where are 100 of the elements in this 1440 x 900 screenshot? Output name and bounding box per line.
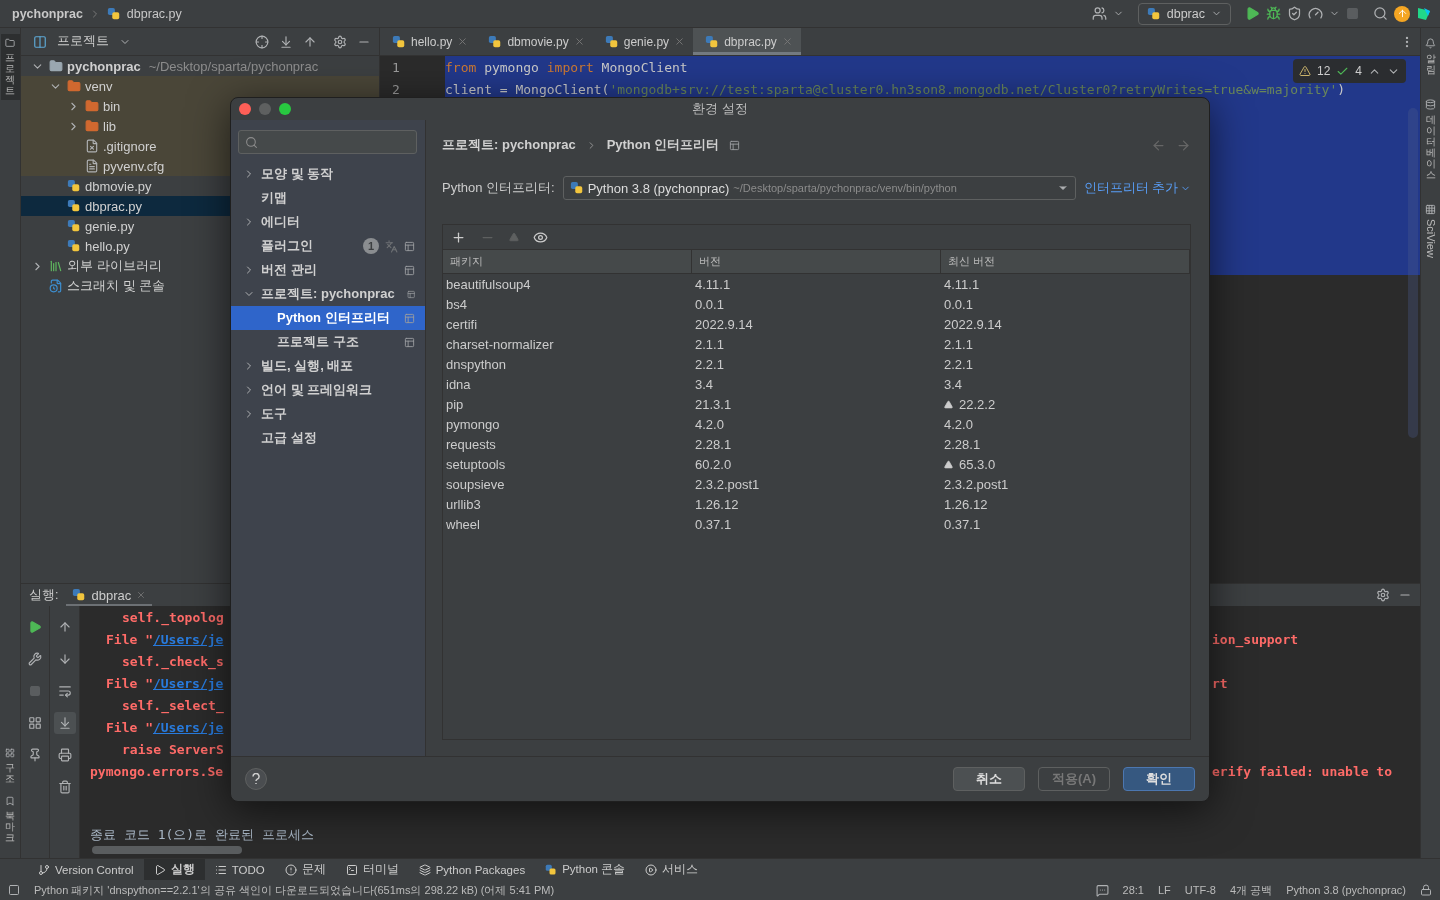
update-icon[interactable] — [1394, 5, 1410, 22]
inspection-widget[interactable]: 12 4 — [1292, 59, 1406, 83]
logo-icon[interactable] — [1416, 5, 1432, 22]
dialog-button[interactable]: 취소 — [953, 767, 1025, 791]
alert-icon — [284, 863, 297, 876]
settings-nav-item[interactable]: 플러그인 1 — [231, 234, 425, 258]
folder-icon — [85, 119, 99, 133]
settings-nav-item[interactable]: 프로젝트 구조 — [231, 330, 425, 354]
profiler-icon[interactable] — [1308, 6, 1323, 21]
table-cell-text: 2.28.1 — [943, 435, 982, 454]
cursor-position[interactable]: 28:1 — [1122, 884, 1144, 896]
panel-title-dropdown[interactable]: 프로젝트 — [57, 33, 109, 50]
structure-icon — [5, 748, 15, 758]
table-cell-text: 21.3.1 — [694, 395, 733, 414]
breadcrumb-item[interactable]: Python 인터프리터 — [606, 136, 720, 154]
breadcrumb-item[interactable]: 프로젝트: pychonprac — [442, 136, 576, 154]
locate-icon[interactable] — [255, 34, 269, 49]
tool-window-tab[interactable]: Python 콘솔 — [535, 859, 636, 880]
column-header[interactable]: 최신 버전 — [941, 250, 1190, 273]
editor-tab[interactable]: dbmovie.py — [476, 28, 593, 55]
table-cell-text: 4.2.0 — [943, 415, 974, 434]
search-icon[interactable] — [1373, 6, 1388, 21]
run-config-dropdown[interactable]: dbprac — [1137, 2, 1231, 25]
side-tab[interactable]: SciView — [1421, 200, 1440, 262]
indent-setting[interactable]: 4개 공백 — [1229, 882, 1273, 898]
column-header[interactable]: 버전 — [692, 250, 941, 273]
side-tab[interactable]: 북마크 — [0, 792, 20, 847]
side-tab[interactable]: 알림 — [1421, 34, 1440, 79]
editor-tab[interactable]: hello.py — [380, 28, 477, 55]
folder-icon — [5, 38, 15, 48]
file-icon — [85, 139, 99, 153]
settings-nav-item[interactable]: 빌드, 실행, 배포 — [231, 354, 425, 378]
file-link[interactable]: /Users/je — [152, 675, 224, 691]
settings-nav-item[interactable]: 언어 및 프레임워크 — [231, 378, 425, 402]
line-ending[interactable]: LF — [1157, 884, 1171, 896]
tree-item[interactable]: venv — [21, 76, 379, 96]
run-icon[interactable] — [1245, 6, 1260, 21]
scroll-to-end-icon[interactable] — [53, 712, 76, 734]
side-tab[interactable]: 프로젝트 — [0, 34, 20, 100]
file-link[interactable]: /Users/je — [152, 631, 224, 647]
close-icon[interactable] — [573, 36, 585, 47]
project-name[interactable]: pychonprac — [12, 6, 83, 21]
table-cell-text: pymongo — [445, 415, 501, 434]
side-tab[interactable]: 데이터베이스 — [1421, 95, 1440, 184]
encoding[interactable]: UTF-8 — [1184, 884, 1216, 896]
tool-window-tab[interactable]: Python Packages — [408, 859, 536, 880]
file-link[interactable]: /Users/je — [152, 719, 224, 735]
panel-toggle-icon[interactable] — [8, 884, 20, 896]
close-icon[interactable] — [674, 36, 686, 47]
ok-button[interactable]: 확인 — [1123, 767, 1195, 791]
editor-tab[interactable]: genie.py — [592, 28, 694, 55]
tree-item[interactable]: pychonprac ~/Desktop/sparta/pychonprac — [21, 56, 379, 76]
tool-window-tab[interactable]: 실행 — [143, 859, 205, 880]
scratch-icon — [49, 279, 63, 293]
debug-icon[interactable] — [1266, 6, 1281, 21]
help-button[interactable] — [245, 768, 267, 790]
folder-icon — [67, 79, 81, 93]
tool-window-tab[interactable]: 서비스 — [635, 859, 709, 880]
add-interpreter-link[interactable]: 인터프리터 추가 — [1083, 179, 1191, 197]
tool-window-tab[interactable]: 터미널 — [335, 859, 409, 880]
zoom-button[interactable] — [279, 103, 291, 115]
settings-nav-item[interactable]: 프로젝트: pychonprac — [231, 282, 425, 306]
search-field[interactable] — [238, 130, 417, 154]
assistant-icon[interactable] — [1095, 883, 1109, 897]
translate-icon — [385, 239, 398, 253]
settings-icon[interactable] — [1376, 588, 1390, 602]
editor-tab[interactable]: dbprac.py — [693, 28, 801, 55]
tool-window-tab[interactable]: Version Control — [28, 859, 144, 880]
close-icon[interactable] — [457, 36, 469, 47]
table-cell-text: 2022.9.14 — [943, 315, 1003, 334]
table-cell-text: wheel — [445, 515, 481, 534]
collapse-all-icon[interactable] — [303, 34, 317, 49]
tool-window-tab[interactable]: 문제 — [274, 859, 336, 880]
expand-all-icon[interactable] — [279, 34, 293, 49]
interpreter-dropdown[interactable]: Python 3.8 (pychonprac) ~/Desktop/sparta/pychonprac/venv/bin/python — [562, 176, 1076, 200]
branch-icon — [38, 863, 50, 876]
column-header[interactable]: 패키지 — [443, 250, 692, 273]
run-tab[interactable]: dbprac — [66, 584, 153, 606]
settings-nav-item[interactable]: 버전 관리 — [231, 258, 425, 282]
table-cell-text: 60.2.0 — [694, 455, 733, 474]
settings-icon[interactable] — [333, 34, 347, 49]
python-icon — [545, 863, 558, 876]
scrollbar[interactable] — [92, 846, 242, 854]
close-icon[interactable] — [136, 590, 147, 600]
file-name[interactable]: dbprac.py — [126, 6, 182, 21]
user-icon[interactable] — [1091, 6, 1107, 21]
coverage-icon[interactable] — [1287, 6, 1302, 21]
eye-icon[interactable] — [533, 229, 548, 245]
settings-nav-item[interactable]: 고급 설정 — [231, 426, 425, 450]
close-button[interactable] — [239, 103, 251, 115]
play-icon — [153, 863, 166, 876]
add-icon[interactable] — [451, 229, 466, 245]
lock-icon[interactable] — [1420, 884, 1432, 896]
settings-nav-item[interactable]: 도구 — [231, 402, 425, 426]
scrollbar[interactable] — [1408, 108, 1418, 438]
side-tab[interactable]: 구조 — [0, 744, 20, 788]
console-line: 종료 코드 1(으)로 완료된 프로세스 — [89, 826, 315, 844]
interpreter-status[interactable]: Python 3.8 (pychonprac) — [1286, 884, 1406, 896]
tool-window-tab[interactable]: TODO — [204, 859, 275, 880]
settings-nav-item[interactable]: Python 인터프리터 — [231, 306, 425, 330]
